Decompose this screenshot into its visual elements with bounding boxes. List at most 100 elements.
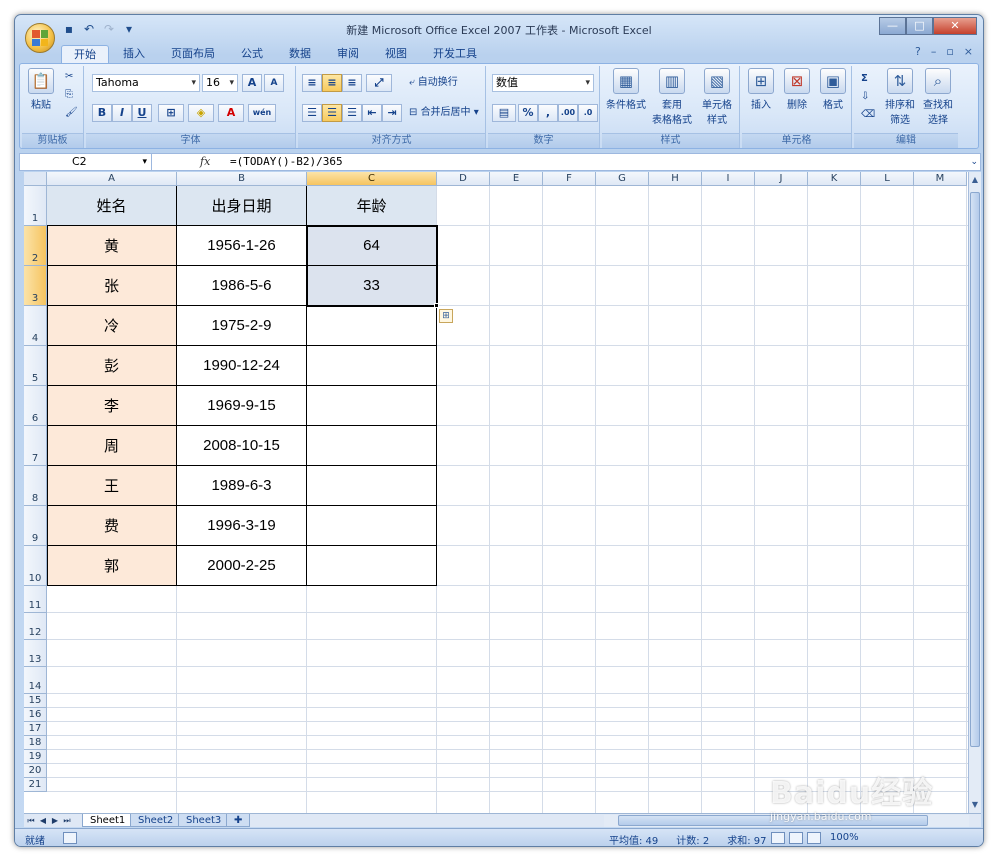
row-header-21[interactable]: 21 [24, 778, 47, 792]
tab-page-layout[interactable]: 页面布局 [159, 45, 227, 63]
row-header-7[interactable]: 7 [24, 426, 47, 466]
tab-view[interactable]: 视图 [373, 45, 419, 63]
ribbon-close-icon[interactable]: × [964, 45, 973, 58]
column-header-f[interactable]: F [543, 172, 596, 186]
cut-icon[interactable]: ✂ [62, 68, 76, 86]
orientation-icon[interactable]: ⤢ [366, 74, 392, 92]
select-all-corner[interactable] [24, 172, 47, 186]
table-header-cell[interactable]: 姓名 [47, 186, 177, 226]
autosum-button[interactable]: Σ [858, 70, 871, 88]
worksheet-grid[interactable]: A B C D E F G H I J K L M 1 2 3 4 5 6 7 8 9 10 11 12 13 14 15 16 17 18… [24, 172, 968, 813]
column-header-j[interactable]: J [755, 172, 808, 186]
page-break-view-icon[interactable] [807, 832, 821, 844]
tab-data[interactable]: 数据 [277, 45, 323, 63]
birthdate-cell[interactable]: 1990-12-24 [177, 346, 307, 386]
last-sheet-icon[interactable]: ⏭ [62, 814, 72, 827]
accounting-format-icon[interactable]: ▤ [492, 104, 516, 122]
align-bottom-icon[interactable]: ≡ [342, 74, 362, 92]
grow-font-button[interactable]: A [242, 74, 262, 92]
row-header-14[interactable]: 14 [24, 667, 47, 694]
scroll-down-icon[interactable]: ▼ [969, 799, 981, 811]
row-header-16[interactable]: 16 [24, 708, 47, 722]
fill-color-button[interactable]: ◈ [188, 104, 214, 122]
row-header-13[interactable]: 13 [24, 640, 47, 667]
prev-sheet-icon[interactable]: ◀ [38, 814, 48, 827]
name-cell[interactable]: 彭 [47, 346, 177, 386]
column-header-k[interactable]: K [808, 172, 861, 186]
name-cell[interactable]: 周 [47, 426, 177, 466]
next-sheet-icon[interactable]: ▶ [50, 814, 60, 827]
birthdate-cell[interactable]: 1989-6-3 [177, 466, 307, 506]
name-cell[interactable]: 黄 [47, 226, 177, 266]
align-left-icon[interactable]: ☰ [302, 104, 322, 122]
row-header-8[interactable]: 8 [24, 466, 47, 506]
birthdate-cell[interactable]: 1986-5-6 [177, 266, 307, 306]
row-header-20[interactable]: 20 [24, 764, 47, 778]
maximize-button[interactable]: □ [906, 17, 933, 35]
increase-decimal-button[interactable]: .00 [558, 104, 578, 122]
bold-button[interactable]: B [92, 104, 112, 122]
tab-review[interactable]: 审阅 [325, 45, 371, 63]
zoom-level[interactable]: 100% [830, 832, 859, 843]
conditional-format-button[interactable]: ▦ 条件格式 [604, 68, 648, 111]
format-painter-icon[interactable]: 🖌 [62, 104, 81, 122]
name-box[interactable]: C2 [20, 154, 152, 170]
row-header-4[interactable]: 4 [24, 306, 47, 346]
scroll-up-icon[interactable]: ▲ [969, 174, 981, 186]
column-header-i[interactable]: I [702, 172, 755, 186]
row-header-9[interactable]: 9 [24, 506, 47, 546]
italic-button[interactable]: I [112, 104, 132, 122]
row-header-11[interactable]: 11 [24, 586, 47, 613]
page-layout-view-icon[interactable] [789, 832, 803, 844]
minimize-button[interactable]: — [879, 17, 906, 35]
column-header-g[interactable]: G [596, 172, 649, 186]
clear-icon[interactable]: ⌫ [858, 106, 878, 124]
align-middle-icon[interactable]: ≡ [322, 74, 342, 92]
phonetic-button[interactable]: wén [248, 104, 276, 122]
insert-sheet-icon[interactable]: ✚ [226, 814, 251, 827]
number-format-combo[interactable]: 数值 [492, 74, 594, 92]
align-top-icon[interactable]: ≡ [302, 74, 322, 92]
age-cell[interactable] [307, 386, 437, 426]
column-header-l[interactable]: L [861, 172, 914, 186]
cell-styles-button[interactable]: ▧ 单元格 样式 [696, 68, 738, 126]
row-header-3[interactable]: 3 [24, 266, 47, 306]
find-select-button[interactable]: ⌕ 查找和 选择 [920, 68, 956, 126]
align-right-icon[interactable]: ☰ [342, 104, 362, 122]
birthdate-cell[interactable]: 2008-10-15 [177, 426, 307, 466]
age-cell[interactable] [307, 426, 437, 466]
age-cell[interactable]: 64 [307, 226, 437, 266]
vertical-scroll-thumb[interactable] [970, 192, 980, 747]
name-cell[interactable]: 费 [47, 506, 177, 546]
row-header-18[interactable]: 18 [24, 736, 47, 750]
row-header-15[interactable]: 15 [24, 694, 47, 708]
row-header-6[interactable]: 6 [24, 386, 47, 426]
underline-button[interactable]: U [132, 104, 152, 122]
name-cell[interactable]: 冷 [47, 306, 177, 346]
align-center-icon[interactable]: ☰ [322, 104, 342, 122]
ribbon-restore-icon[interactable]: ▫ [946, 45, 953, 58]
column-header-h[interactable]: H [649, 172, 702, 186]
row-header-1[interactable]: 1 [24, 186, 47, 226]
vertical-scrollbar[interactable]: ▲ ▼ [968, 172, 981, 813]
delete-cells-button[interactable]: ⊠ 删除 [780, 68, 814, 111]
row-header-12[interactable]: 12 [24, 613, 47, 640]
age-cell[interactable] [307, 306, 437, 346]
format-cells-button[interactable]: ▣ 格式 [816, 68, 850, 111]
tab-home[interactable]: 开始 [61, 45, 109, 63]
birthdate-cell[interactable]: 1969-9-15 [177, 386, 307, 426]
birthdate-cell[interactable]: 1975-2-9 [177, 306, 307, 346]
macro-record-icon[interactable] [63, 832, 77, 844]
column-header-d[interactable]: D [437, 172, 490, 186]
age-cell[interactable] [307, 546, 437, 586]
row-header-19[interactable]: 19 [24, 750, 47, 764]
ribbon-minimize-icon[interactable]: – [931, 45, 937, 58]
sort-filter-button[interactable]: ⇅ 排序和 筛选 [882, 68, 918, 126]
age-cell[interactable] [307, 346, 437, 386]
age-cell[interactable] [307, 506, 437, 546]
copy-icon[interactable]: ⎘ [62, 86, 76, 104]
percent-button[interactable]: % [518, 104, 538, 122]
fill-icon[interactable]: ⇩ [858, 88, 872, 106]
column-header-b[interactable]: B [177, 172, 307, 186]
birthdate-cell[interactable]: 2000-2-25 [177, 546, 307, 586]
